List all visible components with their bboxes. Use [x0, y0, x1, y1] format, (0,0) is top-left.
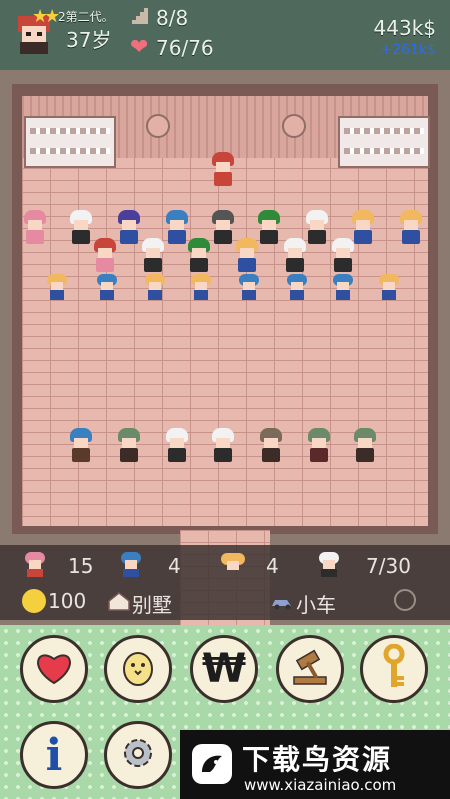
- heart-button[interactable]: [20, 635, 88, 703]
- status-bar: ★★ 2第二代。 37岁 8/8 ❤ 76/76 443k$ +261k$: [0, 0, 450, 70]
- key-icon: [379, 643, 409, 694]
- child-character[interactable]: [332, 274, 354, 300]
- servant-icon: [316, 551, 342, 581]
- watermark-banner: 下载鸟资源 www.xiazainiao.com: [180, 730, 450, 799]
- won-icon: ₩: [201, 646, 247, 692]
- display-shelf-right: [338, 116, 430, 168]
- count-children: 4: [266, 554, 279, 578]
- family-stats-panel: 15 4 4 7/30 100 别墅 小车: [0, 545, 450, 620]
- servant-character[interactable]: [258, 428, 284, 462]
- gear-icon: [118, 733, 158, 777]
- count-males: 4: [168, 554, 181, 578]
- family-member[interactable]: [210, 210, 236, 244]
- income-value: +261k$: [380, 42, 436, 58]
- family-member[interactable]: [234, 238, 260, 272]
- female-adult-icon: [22, 551, 48, 581]
- won-button[interactable]: ₩: [190, 635, 258, 703]
- servant-character[interactable]: [164, 428, 190, 462]
- child-character[interactable]: [238, 274, 260, 300]
- vehicle-label: 小车: [296, 593, 336, 617]
- child-character[interactable]: [46, 274, 68, 300]
- family-member[interactable]: [186, 238, 212, 272]
- vent-icon: [146, 114, 170, 138]
- key-button[interactable]: [360, 635, 428, 703]
- chick-button[interactable]: [104, 635, 172, 703]
- gavel-button[interactable]: [276, 635, 344, 703]
- gavel-icon: [288, 647, 332, 691]
- display-shelf-left: [24, 116, 116, 168]
- house-icon: [108, 591, 130, 615]
- family-member[interactable]: [398, 210, 424, 244]
- info-icon: i: [45, 729, 63, 781]
- count-servants: 7/30: [366, 554, 411, 578]
- family-member[interactable]: [330, 238, 356, 272]
- family-member[interactable]: [140, 238, 166, 272]
- residence-label: 别墅: [132, 593, 172, 617]
- child-character[interactable]: [144, 274, 166, 300]
- happiness-value: 100: [48, 589, 87, 613]
- male-adult-icon: [118, 551, 144, 581]
- settings-mini-icon[interactable]: [394, 589, 416, 611]
- servant-character[interactable]: [116, 428, 142, 462]
- watermark-url: www.xiazainiao.com: [244, 776, 397, 794]
- family-member[interactable]: [68, 210, 94, 244]
- money-value: 443k$: [373, 16, 436, 40]
- health-value: 76/76: [156, 36, 214, 60]
- age-label: 37岁: [66, 28, 112, 52]
- servant-character[interactable]: [352, 428, 378, 462]
- smiley-icon: [22, 589, 46, 613]
- servant-character[interactable]: [306, 428, 332, 462]
- count-adults: 15: [68, 554, 94, 578]
- generation-label: 2第二代。: [58, 10, 114, 24]
- servant-character[interactable]: [68, 428, 94, 462]
- heart-icon: [34, 649, 74, 689]
- child-character[interactable]: [190, 274, 212, 300]
- stairs-icon: [130, 6, 150, 30]
- family-member[interactable]: [282, 238, 308, 272]
- child-character[interactable]: [286, 274, 308, 300]
- bird-logo-icon: [190, 742, 234, 790]
- car-icon: [270, 595, 294, 614]
- heart-icon: ❤: [130, 35, 149, 60]
- vent-icon: [282, 114, 306, 138]
- child-character[interactable]: [378, 274, 400, 300]
- child-character[interactable]: [96, 274, 118, 300]
- settings-button[interactable]: [104, 721, 172, 789]
- info-button[interactable]: i: [20, 721, 88, 789]
- servant-character[interactable]: [210, 428, 236, 462]
- star-rating-icon: ★★: [32, 6, 60, 27]
- chick-icon: [120, 647, 156, 691]
- player-character[interactable]: [210, 152, 236, 186]
- watermark-title: 下载鸟资源: [242, 743, 393, 776]
- family-member[interactable]: [22, 210, 48, 244]
- family-member[interactable]: [116, 210, 142, 244]
- house-count: 8/8: [156, 6, 189, 30]
- child-icon: [220, 551, 246, 581]
- family-member[interactable]: [92, 238, 118, 272]
